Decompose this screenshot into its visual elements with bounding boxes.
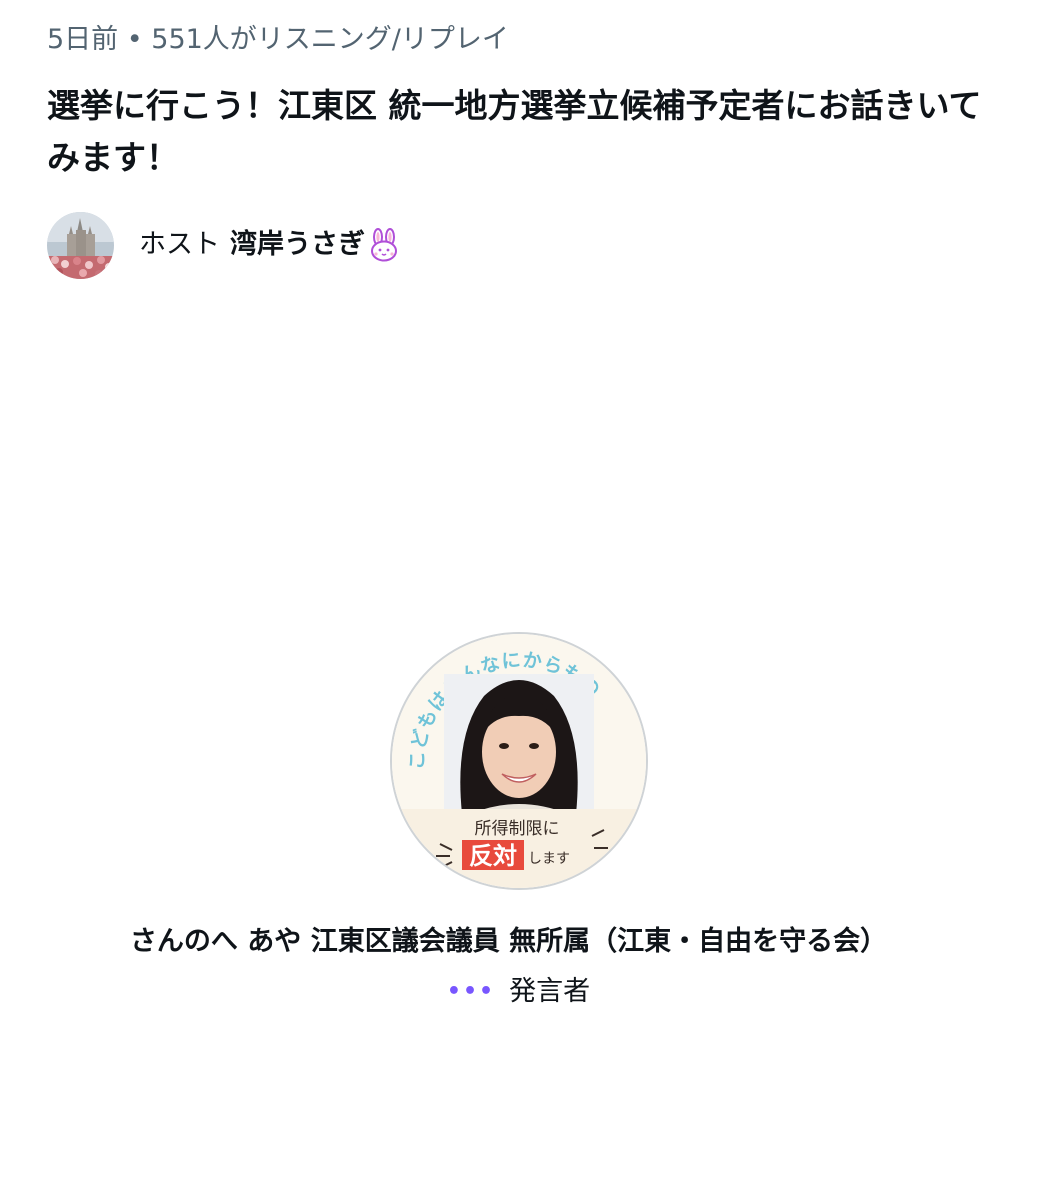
host-text: ホスト 湾岸うさぎ	[139, 227, 399, 263]
space-detail-page: 5日前 • 551人がリスニング/リプレイ 選挙に行こう！江東区 統一地方選挙立…	[0, 0, 1037, 1200]
avatar-line2-highlight: 反対	[469, 842, 517, 870]
speaker-role: 発言者	[509, 976, 591, 1007]
speaker-avatar[interactable]: こどもはみんなにからもの 所得制限に 反対 します	[390, 632, 648, 890]
host-name[interactable]: 湾岸うさぎ	[230, 227, 365, 263]
avatar-line2-rest: します	[528, 851, 570, 867]
host-row[interactable]: ホスト 湾岸うさぎ	[47, 210, 399, 280]
avatar-line1: 所得制限に	[475, 819, 560, 839]
speaker-role-row: ••• 発言者	[0, 972, 1037, 1012]
speaker-name: さんのへ あや 江東区議会議員 無所属（江東・自由を守る会）	[129, 926, 888, 957]
profile-photo-icon: こどもはみんなにからもの 所得制限に 反対 します	[392, 634, 646, 888]
rabbit-face-icon	[369, 228, 399, 262]
castle-photo-icon	[47, 211, 114, 279]
host-avatar[interactable]	[47, 211, 114, 279]
space-title: 選挙に行こう！江東区 統一地方選挙立候補予定者にお話きいてみます！	[47, 86, 982, 177]
host-label: ホスト	[139, 229, 220, 260]
space-meta: 5日前 • 551人がリスニング/リプレイ	[47, 24, 509, 55]
dots-icon: •••	[446, 979, 496, 1004]
